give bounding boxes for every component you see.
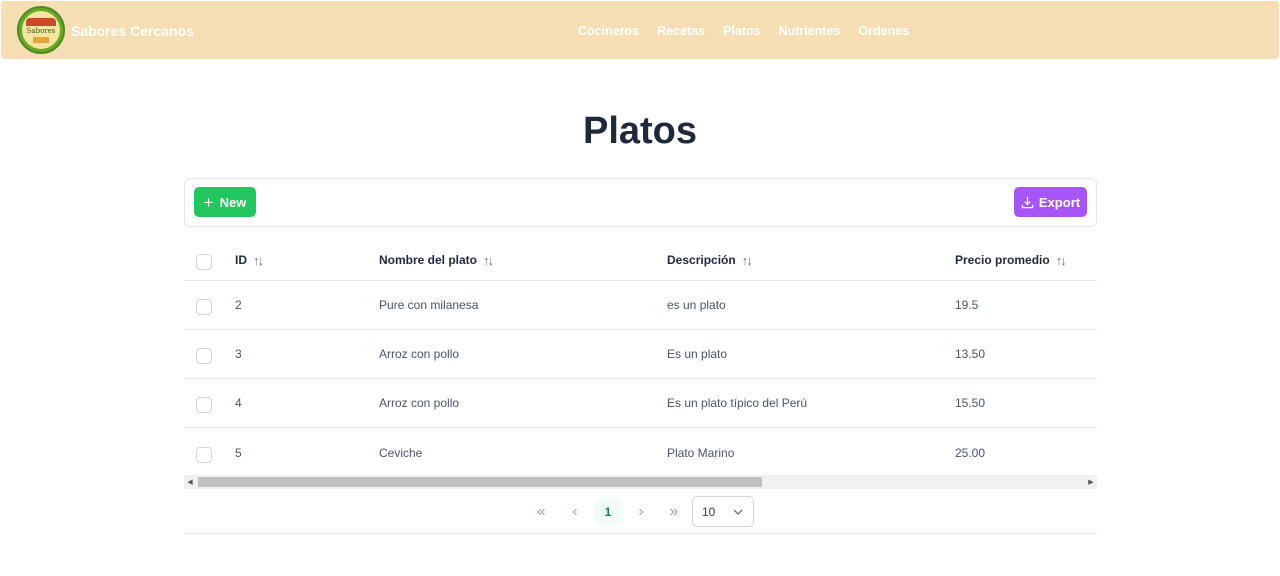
column-header-description[interactable]: Descripción ↑↓ [667, 240, 753, 280]
column-header-id[interactable]: ID ↑↓ [235, 240, 264, 280]
table-header-row: ID ↑↓ Nombre del plato ↑↓ Descripción ↑↓ Pr… [184, 240, 1097, 281]
cell-description: es un plato [667, 298, 726, 312]
scrollbar-thumb[interactable] [198, 477, 762, 487]
scroll-left-icon[interactable]: ◀ [184, 475, 196, 489]
table-row[interactable]: 3 Arroz con pollo Es un plato 13.50 [184, 330, 1097, 379]
row-checkbox[interactable] [196, 299, 212, 315]
row-checkbox[interactable] [196, 397, 212, 413]
new-button[interactable]: + New [194, 187, 256, 217]
cell-name: Pure con milanesa [379, 298, 479, 312]
cell-id: 2 [235, 298, 242, 312]
row-checkbox[interactable] [196, 348, 212, 364]
download-icon [1021, 196, 1034, 208]
export-button-label: Export [1038, 194, 1081, 210]
first-page-button[interactable] [526, 497, 556, 527]
nav-link-platos[interactable]: Platos [723, 24, 761, 38]
cell-price: 25.00 [955, 445, 986, 460]
paginator: 1 10 [184, 489, 1097, 534]
toolbar: + New Export [184, 178, 1097, 227]
cell-price: 15.50 [955, 396, 986, 410]
cell-name: Arroz con pollo [379, 347, 460, 361]
logo-text: Sabores [26, 26, 56, 35]
cell-price: 19.5 [955, 298, 979, 312]
cell-id: 5 [235, 445, 242, 460]
row-checkbox[interactable] [196, 446, 212, 463]
table-row[interactable]: 4 Arroz con pollo Es un plato típico del… [184, 379, 1097, 428]
rows-per-page-dropdown[interactable]: 10 [692, 496, 754, 527]
table-row[interactable]: 5 Ceviche Plato Marino 25.00 [184, 428, 1097, 477]
next-page-button[interactable] [626, 497, 656, 527]
double-chevron-right-icon [670, 508, 678, 516]
double-chevron-left-icon [537, 508, 545, 516]
sort-icon: ↑↓ [741, 252, 753, 268]
column-header-name[interactable]: Nombre del plato ↑↓ [379, 240, 494, 280]
cell-id: 4 [235, 396, 242, 410]
sort-icon: ↑↓ [1055, 252, 1067, 268]
cell-description: Plato Marino [667, 445, 735, 460]
scroll-right-icon[interactable]: ▶ [1085, 475, 1097, 489]
navbar: Sabores Sabores Cercanos Cocineros Recet… [1, 1, 1279, 59]
nav-link-nutrientes[interactable]: Nutrientes [779, 24, 841, 38]
rows-per-page-value: 10 [702, 504, 716, 519]
column-header-price[interactable]: Precio promedio ↑↓ [955, 240, 1067, 280]
last-page-button[interactable] [659, 497, 689, 527]
cell-description: Es un plato [667, 347, 728, 361]
nav-link-ordenes[interactable]: Ordenes [858, 24, 909, 38]
cell-description: Es un plato típico del Perú [667, 396, 808, 410]
horizontal-scrollbar[interactable]: ◀ ▶ [184, 475, 1097, 489]
chevron-down-icon [733, 509, 743, 515]
export-button[interactable]: Export [1014, 187, 1087, 217]
chevron-right-icon [639, 508, 644, 516]
brand-name[interactable]: Sabores Cercanos [71, 23, 194, 39]
select-all-checkbox[interactable] [196, 254, 212, 270]
chevron-left-icon [572, 508, 577, 516]
cell-name: Arroz con pollo [379, 396, 460, 410]
plus-icon: + [203, 192, 214, 212]
sort-icon: ↑↓ [483, 252, 494, 268]
cell-name: Ceviche [379, 445, 423, 460]
cell-id: 3 [235, 347, 242, 361]
nav-link-cocineros[interactable]: Cocineros [578, 24, 639, 38]
platos-table: ID ↑↓ Nombre del plato ↑↓ Descripción ↑↓ Pr… [184, 240, 1097, 477]
prev-page-button[interactable] [560, 497, 590, 527]
nav-link-recetas[interactable]: Recetas [657, 24, 705, 38]
brand-logo[interactable]: Sabores [17, 6, 65, 54]
sort-icon: ↑↓ [253, 252, 264, 268]
page-button-1[interactable]: 1 [593, 497, 623, 527]
page-title: Platos [582, 110, 698, 152]
nav-menu: Cocineros Recetas Platos Nutrientes Orde… [578, 24, 909, 38]
cell-price: 13.50 [955, 347, 986, 361]
new-button-label: New [219, 194, 247, 210]
table-row[interactable]: 2 Pure con milanesa es un plato 19.5 [184, 281, 1097, 330]
